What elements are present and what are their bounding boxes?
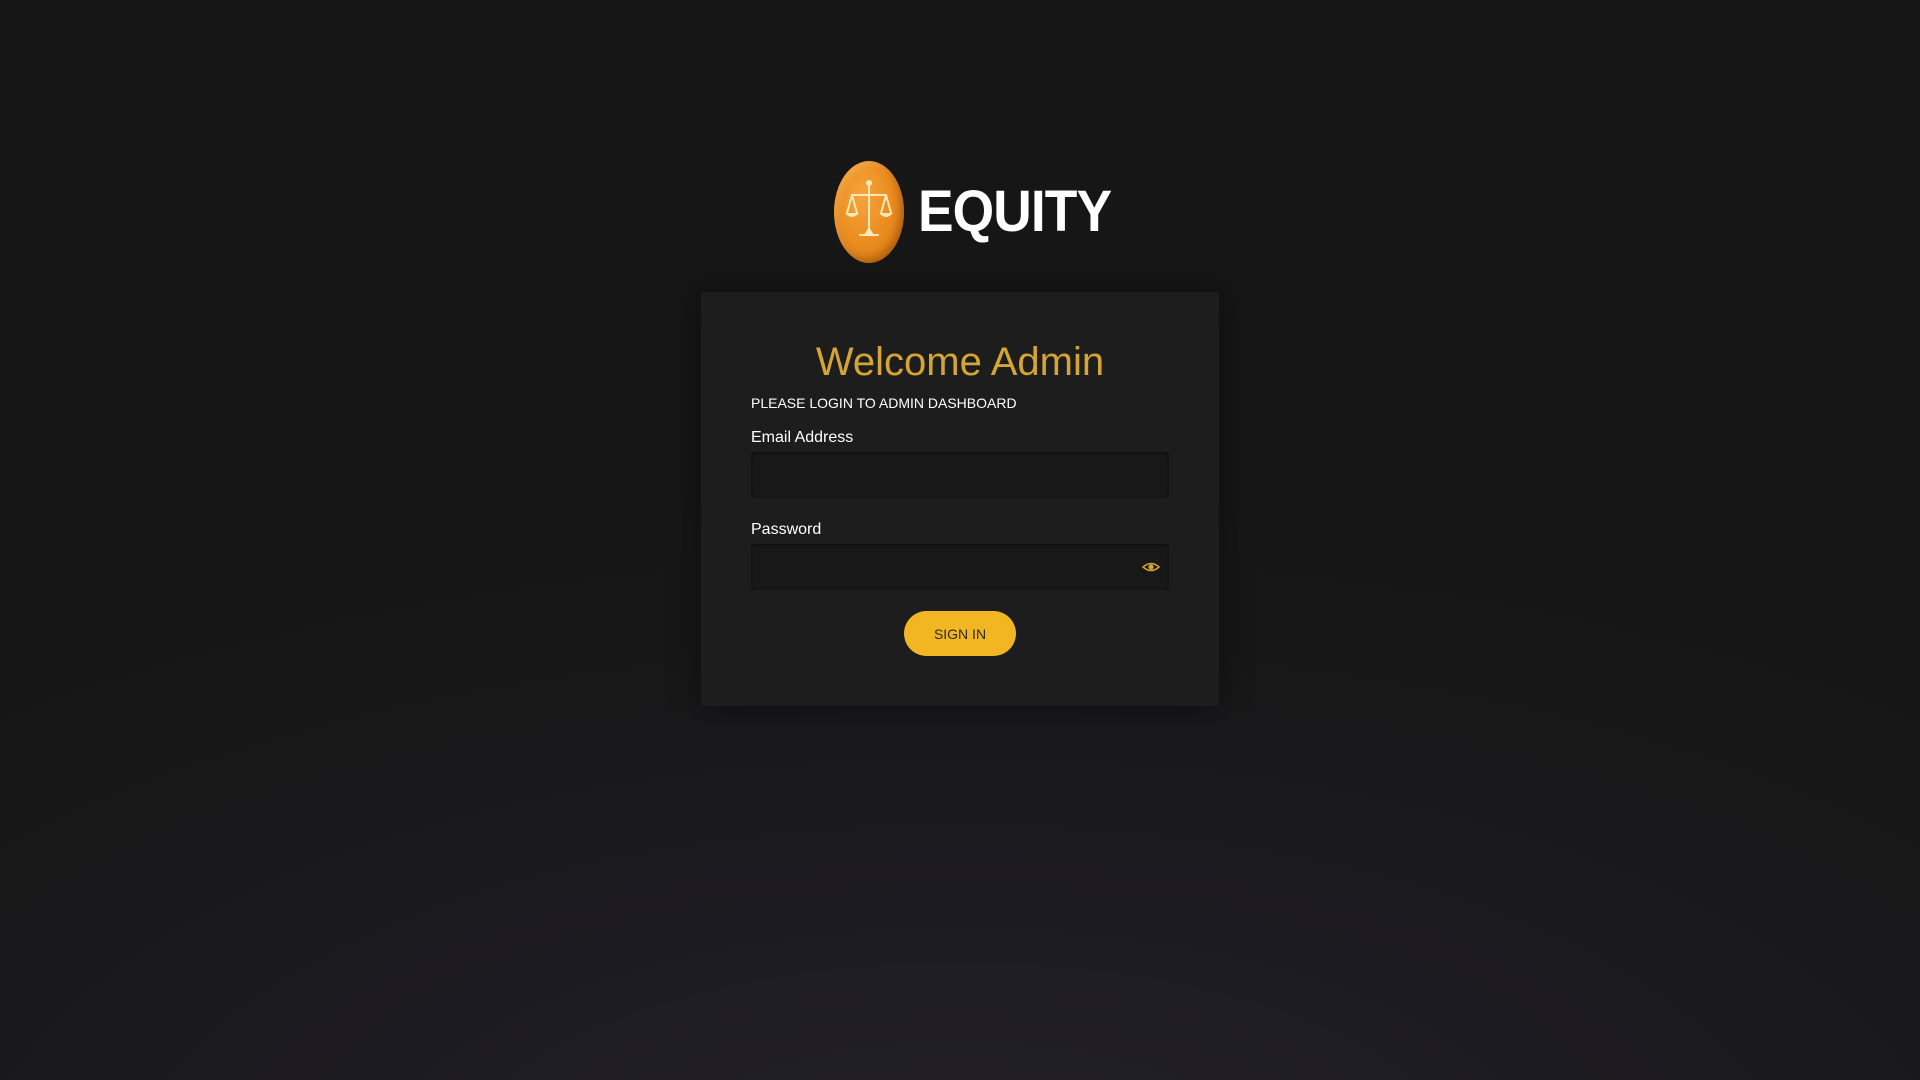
brand-wordmark: EQUITY xyxy=(918,179,1112,244)
email-label: Email Address xyxy=(751,429,854,446)
email-field-wrapper xyxy=(751,452,1169,498)
scales-icon xyxy=(834,161,904,263)
sign-in-button[interactable]: SIGN IN xyxy=(904,611,1016,656)
password-field-wrapper xyxy=(751,544,1169,590)
password-label: Password xyxy=(751,521,822,538)
email-field[interactable] xyxy=(751,452,1169,498)
login-card: Welcome Admin PLEASE LOGIN TO ADMIN DASH… xyxy=(701,292,1219,706)
eye-icon[interactable] xyxy=(1141,557,1161,577)
page-title: Welcome Admin xyxy=(815,340,1105,384)
brand-logo: EQUITY xyxy=(834,160,1112,264)
password-field[interactable] xyxy=(751,544,1169,590)
login-subtitle: PLEASE LOGIN TO ADMIN DASHBOARD xyxy=(751,395,1017,411)
